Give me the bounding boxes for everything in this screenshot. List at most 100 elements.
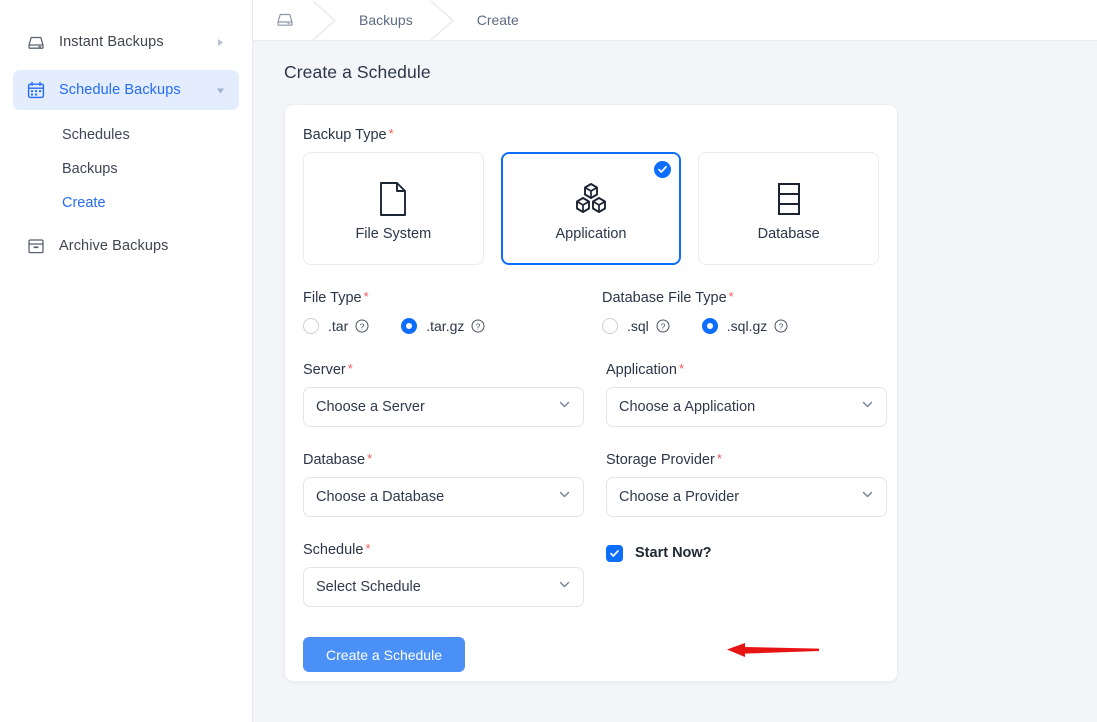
database-group: Database * Choose a Database xyxy=(303,452,584,517)
file-type-radios: .tar ? .tar.gz ? xyxy=(303,315,580,337)
cubes-icon xyxy=(572,176,610,222)
server-application-row: Server * Choose a Server Application * C… xyxy=(303,362,887,427)
file-type-option-tar[interactable]: .tar ? xyxy=(303,318,369,334)
schedule-label-text: Schedule xyxy=(303,542,364,558)
backup-type-label-application: Application xyxy=(555,225,627,242)
file-type-option-targz[interactable]: .tar.gz ? xyxy=(401,318,485,334)
chevron-down-icon xyxy=(558,398,571,416)
database-file-type-option-label: .sql xyxy=(627,318,649,334)
file-type-label: File Type * xyxy=(303,290,580,306)
start-now-label: Start Now? xyxy=(635,545,712,561)
breadcrumb-item-backups[interactable]: Backups xyxy=(357,0,415,41)
caret-down-icon xyxy=(213,86,227,95)
document-icon xyxy=(378,176,408,222)
file-type-label-text: File Type xyxy=(303,290,362,306)
required-marker: * xyxy=(347,361,353,376)
database-file-type-option-sqlgz[interactable]: .sql.gz ? xyxy=(701,318,788,334)
radio-icon-selected[interactable] xyxy=(701,318,718,334)
database-icon xyxy=(775,176,803,222)
breadcrumb-home[interactable] xyxy=(273,0,297,41)
breadcrumb-separator xyxy=(415,0,475,41)
chevron-down-icon xyxy=(861,398,874,416)
storage-provider-select[interactable]: Choose a Provider xyxy=(606,477,887,517)
sidebar-subitem-create[interactable]: Create xyxy=(13,186,239,220)
create-schedule-card: Backup Type * File System Application Da… xyxy=(284,104,898,682)
server-select[interactable]: Choose a Server xyxy=(303,387,584,427)
sidebar-item-label: Archive Backups xyxy=(59,238,169,254)
caret-right-icon xyxy=(213,38,227,47)
breadcrumb: Backups Create xyxy=(253,0,1097,41)
sidebar-item-instant-backups[interactable]: Instant Backups xyxy=(13,22,239,62)
create-a-schedule-button[interactable]: Create a Schedule xyxy=(303,637,465,672)
required-marker: * xyxy=(678,361,684,376)
storage-provider-group: Storage Provider * Choose a Provider xyxy=(606,452,887,517)
database-label-text: Database xyxy=(303,452,366,468)
backup-type-label: Backup Type * xyxy=(303,127,879,143)
database-select[interactable]: Choose a Database xyxy=(303,477,584,517)
checkbox-icon-checked[interactable] xyxy=(606,544,623,562)
tray-icon xyxy=(25,31,47,53)
database-storage-row: Database * Choose a Database Storage Pro… xyxy=(303,452,887,517)
radio-icon-selected[interactable] xyxy=(401,318,418,334)
selected-check-icon xyxy=(654,161,672,178)
required-marker: * xyxy=(728,289,734,304)
database-file-type-label: Database File Type * xyxy=(602,290,879,306)
schedule-group: Schedule * Select Schedule xyxy=(303,542,584,607)
required-marker: * xyxy=(388,126,394,141)
chevron-down-icon xyxy=(558,488,571,506)
backup-type-file-system[interactable]: File System xyxy=(303,152,484,265)
svg-text:?: ? xyxy=(779,321,784,331)
required-marker: * xyxy=(367,451,373,466)
database-file-type-option-sql[interactable]: .sql ? xyxy=(602,318,670,334)
backup-type-options: File System Application Database xyxy=(303,152,879,265)
start-now-checkbox-row[interactable]: Start Now? xyxy=(606,542,879,564)
file-type-option-label: .tar.gz xyxy=(426,318,465,334)
file-type-group: File Type * .tar ? .tar.gz ? xyxy=(303,290,580,337)
backup-type-label-file-system: File System xyxy=(355,225,432,242)
archive-icon xyxy=(25,235,47,257)
application-label-text: Application xyxy=(606,362,677,378)
database-file-type-label-text: Database File Type xyxy=(602,290,727,306)
page-title: Create a Schedule xyxy=(284,62,431,82)
required-marker: * xyxy=(716,451,722,466)
breadcrumb-separator xyxy=(297,0,357,41)
sidebar-subitem-backups[interactable]: Backups xyxy=(13,152,239,186)
storage-provider-label-text: Storage Provider xyxy=(606,452,715,468)
server-group: Server * Choose a Server xyxy=(303,362,584,427)
application-label: Application * xyxy=(606,362,887,378)
sidebar: Instant Backups Schedule Backups Schedul… xyxy=(0,0,253,722)
database-file-type-radios: .sql ? .sql.gz ? xyxy=(602,315,879,337)
help-icon[interactable]: ? xyxy=(355,319,369,333)
server-select-value: Choose a Server xyxy=(316,399,425,415)
radio-icon[interactable] xyxy=(602,318,618,334)
required-marker: * xyxy=(363,289,369,304)
radio-icon[interactable] xyxy=(303,318,319,334)
breadcrumb-item-create[interactable]: Create xyxy=(475,0,521,41)
sidebar-subitem-schedules[interactable]: Schedules xyxy=(13,118,239,152)
svg-text:?: ? xyxy=(660,321,665,331)
schedule-select[interactable]: Select Schedule xyxy=(303,567,584,607)
database-file-type-group: Database File Type * .sql ? .sql.gz ? xyxy=(602,290,879,337)
backup-type-database[interactable]: Database xyxy=(698,152,879,265)
sidebar-item-label: Schedule Backups xyxy=(59,82,181,98)
schedule-label: Schedule * xyxy=(303,542,584,558)
help-icon[interactable]: ? xyxy=(471,319,485,333)
storage-provider-label: Storage Provider * xyxy=(606,452,887,468)
chevron-down-icon xyxy=(861,488,874,506)
help-icon[interactable]: ? xyxy=(656,319,670,333)
backup-type-label-text: Backup Type xyxy=(303,127,387,143)
sidebar-item-archive-backups[interactable]: Archive Backups xyxy=(13,226,239,266)
application-select-value: Choose a Application xyxy=(619,399,756,415)
sidebar-item-schedule-backups[interactable]: Schedule Backups xyxy=(13,70,239,110)
help-icon[interactable]: ? xyxy=(774,319,788,333)
sidebar-item-label: Instant Backups xyxy=(59,34,164,50)
backup-type-application[interactable]: Application xyxy=(500,152,682,265)
application-select[interactable]: Choose a Application xyxy=(606,387,887,427)
application-group: Application * Choose a Application xyxy=(606,362,887,427)
server-label-text: Server xyxy=(303,362,346,378)
svg-text:?: ? xyxy=(360,321,365,331)
database-file-type-option-label: .sql.gz xyxy=(726,318,768,334)
storage-provider-select-value: Choose a Provider xyxy=(619,489,740,505)
file-type-row: File Type * .tar ? .tar.gz ? Database Fi… xyxy=(303,290,879,337)
database-label: Database * xyxy=(303,452,584,468)
